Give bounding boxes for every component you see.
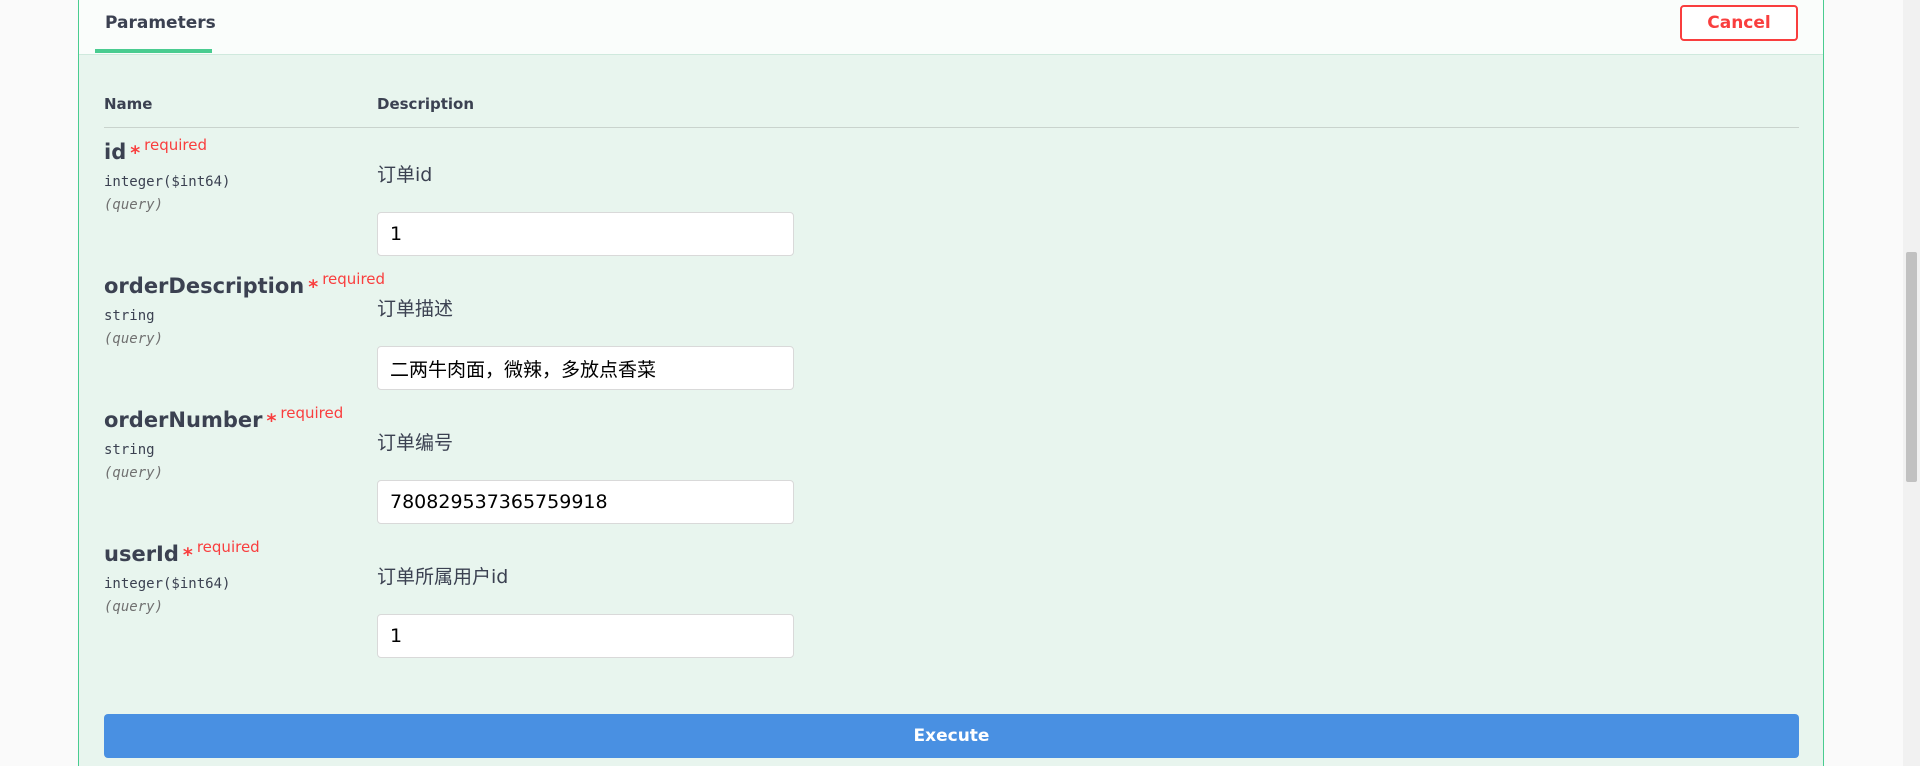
parameter-name: id * required <box>104 136 207 164</box>
page-scrollbar[interactable] <box>1903 0 1920 766</box>
parameter-location: (query) <box>104 331 164 347</box>
required-label: required <box>280 404 344 422</box>
parameter-name-text: id <box>104 140 127 164</box>
parameter-location: (query) <box>104 465 164 481</box>
tab-parameters-label: Parameters <box>105 13 216 33</box>
header-divider <box>104 127 1799 128</box>
parameter-type: string <box>104 442 155 458</box>
required-label: required <box>322 270 386 288</box>
parameter-name-text: userId <box>104 542 179 566</box>
parameter-row-userId: userId * required integer($int64) (query) … <box>104 538 1799 676</box>
parameter-name-text: orderNumber <box>104 408 263 432</box>
try-it-out-panel: Parameters Cancel Name Description id * re… <box>78 0 1824 766</box>
required-star: * <box>130 142 141 164</box>
parameter-input-orderDescription[interactable] <box>377 346 794 390</box>
parameter-row-id: id * required integer($int64) (query) 订单id <box>104 136 1799 274</box>
parameter-type: integer($int64) <box>104 174 231 190</box>
required-label: required <box>144 136 208 154</box>
parameter-input-id[interactable] <box>377 212 794 256</box>
scrollbar-thumb[interactable] <box>1906 252 1917 482</box>
parameter-name-text: orderDescription <box>104 274 305 298</box>
parameter-location: (query) <box>104 599 164 615</box>
required-star: * <box>308 276 319 298</box>
parameter-name: userId * required <box>104 538 260 566</box>
parameter-location: (query) <box>104 197 164 213</box>
required-star: * <box>182 544 193 566</box>
parameter-description: 订单编号 <box>377 432 454 454</box>
parameter-name: orderDescription * required <box>104 270 385 298</box>
parameter-row-orderDescription: orderDescription * required string (query)… <box>104 270 1799 408</box>
cancel-button[interactable]: Cancel <box>1680 5 1798 41</box>
column-header-description: Description <box>377 95 475 113</box>
parameter-name: orderNumber * required <box>104 404 343 432</box>
parameter-description: 订单id <box>377 164 433 186</box>
parameter-description: 订单描述 <box>377 298 454 320</box>
parameter-input-userId[interactable] <box>377 614 794 658</box>
tab-parameters[interactable]: Parameters <box>95 0 216 53</box>
parameter-type: string <box>104 308 155 324</box>
execute-button[interactable]: Execute <box>104 714 1799 758</box>
required-star: * <box>266 410 277 432</box>
parameter-input-orderNumber[interactable] <box>377 480 794 524</box>
parameter-row-orderNumber: orderNumber * required string (query) 订单编号 <box>104 404 1799 542</box>
parameter-description: 订单所属用户id <box>377 566 509 588</box>
column-header-name: Name <box>104 95 153 113</box>
panel-header: Parameters Cancel <box>79 0 1823 55</box>
required-label: required <box>196 538 260 556</box>
parameter-type: integer($int64) <box>104 576 231 592</box>
